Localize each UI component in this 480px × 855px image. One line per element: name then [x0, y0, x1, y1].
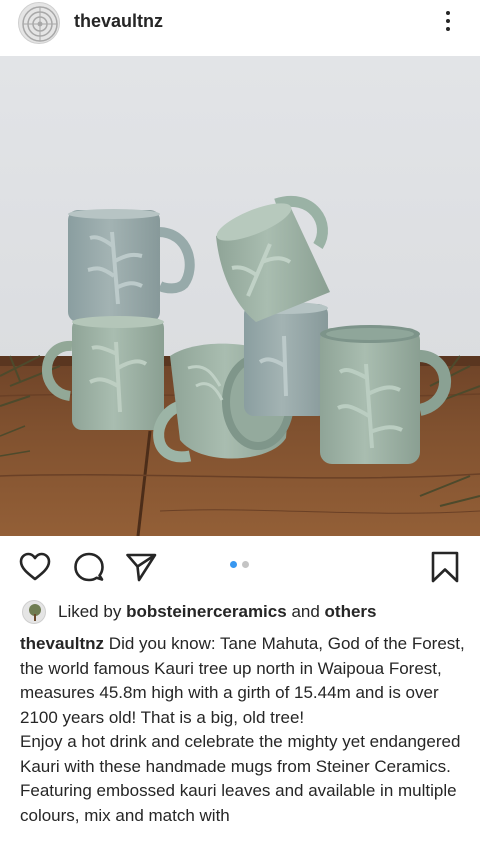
more-options-icon[interactable]	[436, 8, 460, 38]
mugs-photo-illustration	[0, 56, 480, 536]
send-icon[interactable]	[124, 550, 158, 584]
and-label: and	[291, 602, 320, 621]
bookmark-icon[interactable]	[428, 550, 462, 584]
heart-icon[interactable]	[18, 550, 52, 584]
liked-by-username[interactable]: bobsteinerceramics	[126, 602, 287, 621]
post-actions	[0, 536, 480, 596]
liked-by-label: Liked by	[58, 602, 122, 621]
caption-username[interactable]: thevaultnz	[20, 634, 104, 653]
others-link[interactable]: others	[325, 602, 377, 621]
caption-text-2: Enjoy a hot drink and celebrate the migh…	[20, 732, 461, 825]
post-photo[interactable]	[0, 56, 480, 536]
profile-avatar[interactable]	[18, 2, 60, 44]
liker-avatar	[22, 600, 46, 624]
post-caption: thevaultnz Did you know: Tane Mahuta, Go…	[20, 632, 466, 828]
carousel-dot-active	[230, 561, 237, 568]
carousel-dot	[242, 561, 249, 568]
carousel-indicator	[230, 561, 252, 569]
likes-summary[interactable]: Liked by bobsteinerceramics and others	[22, 600, 472, 626]
tree-icon	[29, 604, 41, 621]
vault-logo-icon	[22, 6, 58, 42]
post-header: thevaultnz	[0, 0, 480, 56]
post-username[interactable]: thevaultnz	[74, 11, 163, 32]
comment-icon[interactable]	[72, 550, 106, 584]
